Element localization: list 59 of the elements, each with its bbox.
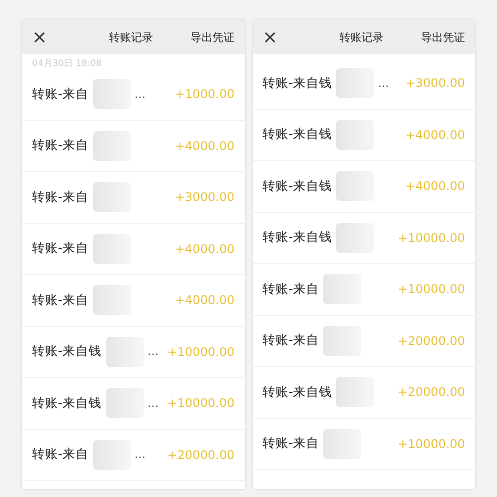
transaction-title: 转账-来自钱 — [262, 74, 332, 92]
amount-text: +4000.00 — [405, 179, 465, 194]
transaction-title: 转账-来自 — [32, 137, 89, 154]
amount-text: +10000.00 — [167, 396, 234, 410]
transaction-title: 转账-来自 — [262, 332, 320, 350]
amount-text: +10000.00 — [398, 436, 465, 451]
redaction-smear — [336, 120, 374, 150]
redaction-smear — [336, 222, 374, 253]
ellipsis-text: … — [134, 88, 146, 101]
redaction-smear — [92, 79, 131, 110]
transaction-title: 转账-来自 — [32, 188, 89, 206]
close-button[interactable]: × — [262, 26, 278, 48]
amount-text: +4000.00 — [405, 128, 465, 142]
page-title: 转账记录 — [108, 30, 154, 44]
transaction-title: 转账-来自钱 — [32, 394, 102, 412]
redaction-smear — [106, 388, 144, 418]
amount-text: +4000.00 — [174, 293, 234, 308]
redaction-smear — [92, 285, 131, 316]
export-button[interactable]: 导出凭证 — [421, 30, 465, 44]
ellipsis-text: … — [134, 448, 146, 462]
redaction-smear — [92, 182, 131, 212]
close-button[interactable]: × — [32, 26, 48, 48]
amount-text: +20000.00 — [398, 334, 465, 348]
transaction-title: 转账-来自 — [262, 435, 320, 452]
redaction-smear — [92, 440, 131, 470]
transaction-title: 转账-来自钱 — [262, 126, 332, 144]
redaction-smear — [323, 274, 362, 304]
amount-text: +10000.00 — [167, 344, 234, 359]
ellipsis-text: … — [378, 76, 390, 90]
redaction-smear — [106, 336, 144, 367]
redaction-smear — [323, 326, 362, 356]
transaction-title: 转账-来自钱 — [262, 229, 332, 246]
ellipsis-text: … — [148, 396, 159, 410]
redaction-smear — [336, 68, 374, 98]
ellipsis-text: … — [148, 345, 159, 358]
redaction-smear — [92, 130, 131, 161]
amount-text: +10000.00 — [398, 230, 465, 245]
transaction-title: 转账-来自钱 — [32, 343, 102, 360]
redaction-smear — [336, 377, 374, 408]
amount-text: +20000.00 — [398, 385, 465, 400]
redaction-smear — [336, 171, 374, 202]
redaction-smear — [323, 428, 362, 459]
page-title: 转账记录 — [338, 30, 384, 44]
transaction-title: 转账-来自 — [262, 280, 320, 298]
amount-text: +20000.00 — [167, 448, 234, 462]
transaction-title: 转账-来自 — [32, 446, 89, 464]
transaction-title: 转账-来自钱 — [262, 384, 332, 401]
amount-text: +4000.00 — [174, 242, 234, 256]
amount-text: +3000.00 — [174, 190, 234, 204]
amount-text: +4000.00 — [174, 138, 234, 153]
transaction-title: 转账-来自钱 — [262, 178, 332, 195]
amount-text: +3000.00 — [405, 76, 465, 90]
transaction-title: 转账-来自 — [32, 240, 89, 258]
amount-text: +1000.00 — [174, 87, 234, 102]
redaction-smear — [92, 234, 131, 264]
transaction-title: 转账-来自 — [32, 292, 89, 309]
amount-text: +10000.00 — [398, 282, 465, 296]
export-button[interactable]: 导出凭证 — [190, 30, 234, 44]
transaction-title: 转账-来自 — [32, 86, 89, 103]
